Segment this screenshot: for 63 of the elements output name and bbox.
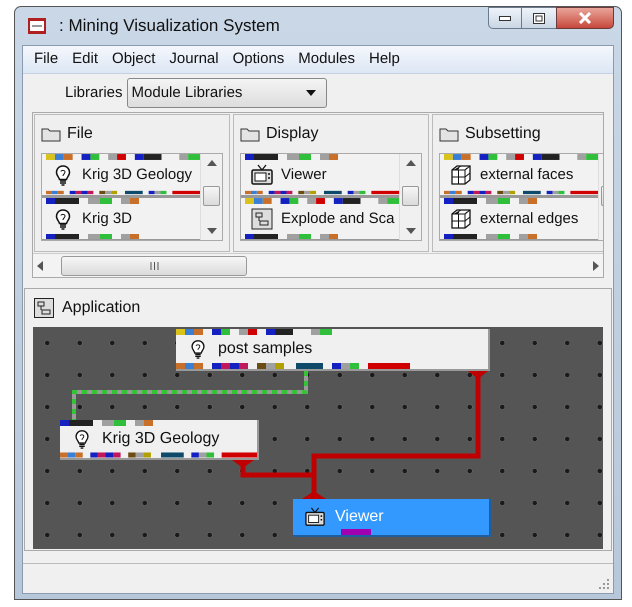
port-strip-drawing bbox=[341, 529, 371, 535]
grid-cube-icon bbox=[450, 164, 472, 186]
horizontal-scrollbar[interactable] bbox=[33, 253, 603, 277]
scroll-right-icon[interactable] bbox=[593, 260, 599, 270]
application-title: Application bbox=[62, 298, 140, 318]
television-icon bbox=[305, 507, 325, 527]
menu-item[interactable]: Journal bbox=[162, 48, 226, 72]
scroll-down-icon[interactable] bbox=[406, 228, 416, 234]
vertical-scrollbar[interactable] bbox=[399, 154, 421, 240]
menu-item[interactable]: Options bbox=[226, 48, 292, 72]
diagram-icon bbox=[34, 298, 54, 318]
node-label: post samples bbox=[218, 339, 312, 359]
module-card[interactable]: external faces bbox=[440, 154, 598, 198]
menu-item[interactable]: Modules bbox=[291, 48, 362, 72]
module-node[interactable]: Krig 3D Geology bbox=[60, 420, 259, 460]
television-icon bbox=[251, 164, 273, 186]
scroll-left-icon[interactable] bbox=[37, 260, 43, 270]
panel-title: File bbox=[67, 124, 93, 144]
resize-grip-icon[interactable] bbox=[598, 578, 610, 590]
module-label: Explode and Sca bbox=[281, 208, 394, 229]
panel-title: Display bbox=[266, 124, 318, 144]
close-icon bbox=[578, 12, 592, 24]
close-button[interactable] bbox=[556, 7, 614, 29]
maximize-button[interactable] bbox=[522, 7, 556, 29]
scroll-down-icon[interactable] bbox=[206, 228, 216, 234]
menu-item[interactable]: File bbox=[27, 48, 66, 72]
diagram-icon bbox=[251, 208, 273, 230]
window-title: : Mining Visualization System bbox=[59, 15, 280, 38]
scroll-thumb[interactable] bbox=[203, 186, 220, 206]
module-card[interactable]: external edges bbox=[440, 198, 598, 240]
scroll-thumb[interactable] bbox=[61, 256, 247, 276]
node-label: Krig 3D Geology bbox=[102, 429, 220, 449]
node-label: Viewer bbox=[335, 507, 384, 527]
dropdown-arrow-icon bbox=[306, 90, 316, 96]
module-card[interactable]: Explode and Sca bbox=[241, 198, 399, 240]
folder-icon bbox=[240, 126, 260, 142]
module-card[interactable]: Viewer bbox=[241, 154, 399, 198]
grip-icon bbox=[150, 262, 158, 270]
scroll-up-icon[interactable] bbox=[206, 160, 216, 166]
libraries-dropdown[interactable]: Module Libraries bbox=[126, 78, 327, 108]
module-label: external edges bbox=[480, 208, 578, 229]
grid-cube-icon bbox=[450, 208, 472, 230]
minimize-button[interactable] bbox=[488, 7, 522, 29]
folder-icon bbox=[439, 126, 459, 142]
vertical-scrollbar[interactable] bbox=[200, 154, 222, 240]
app-logo-icon bbox=[27, 17, 47, 35]
module-card[interactable]: Krig 3D bbox=[42, 198, 200, 240]
module-label: Viewer bbox=[281, 164, 327, 185]
minimize-icon bbox=[499, 16, 511, 20]
folder-icon bbox=[41, 126, 61, 142]
scroll-thumb[interactable] bbox=[402, 186, 419, 206]
scroll-up-icon[interactable] bbox=[406, 160, 416, 166]
libraries-label: Libraries bbox=[65, 82, 123, 103]
menu-item[interactable]: Edit bbox=[65, 48, 106, 72]
maximize-icon bbox=[533, 12, 545, 24]
menu-item[interactable]: Help bbox=[362, 48, 407, 72]
module-label: external faces bbox=[480, 164, 574, 185]
module-card[interactable]: Krig 3D Geology bbox=[42, 154, 200, 198]
module-label: Krig 3D Geology bbox=[82, 164, 192, 185]
panel-title: Subsetting bbox=[465, 124, 541, 144]
menu-item[interactable]: Object bbox=[105, 48, 162, 72]
module-node[interactable]: post samples bbox=[176, 329, 490, 371]
module-label: Krig 3D bbox=[82, 208, 132, 229]
